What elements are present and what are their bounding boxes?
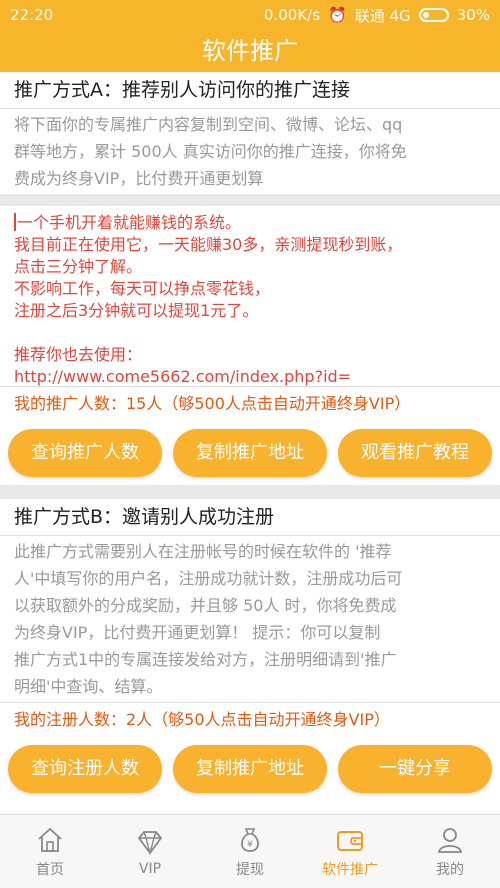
tab-label: 首页 [36, 861, 64, 878]
person-icon [437, 827, 463, 853]
tab-home[interactable]: 首页 [0, 815, 100, 888]
status-time: 22:20 [10, 6, 54, 24]
section-gap [0, 194, 500, 206]
diamond-icon [137, 830, 163, 856]
share-button[interactable]: 一键分享 [338, 745, 492, 793]
promo-line: 一个手机开着就能赚钱的系统。 [14, 212, 486, 234]
desc-line: 此推广方式需要别人在注册帐号的时候在软件的 '推荐 [14, 542, 392, 561]
promo-count: 我的推广人数：15人（够500人点击自动开通终身VIP） [0, 387, 500, 421]
tab-label: 软件推广 [322, 861, 378, 878]
status-bar: 22:20 0.00K/s ⏰ 联通 4G 30% [0, 0, 500, 30]
promo-line: 注册之后3分钟就可以提现1元了。 [14, 301, 259, 320]
promo-line: 我目前正在使用它，一天能赚30多，亲测提现秒到账， [14, 235, 403, 254]
tab-label: 我的 [436, 861, 464, 878]
desc-line: 明细'中查询、结算。 [14, 677, 163, 696]
desc-line: 群等地方，累计 500人 真实访问你的推广连接，你将免 [14, 142, 407, 161]
desc-line: 人'中填写你的用户名，注册成功就计数，注册成功后可 [14, 569, 403, 588]
promo-line [14, 322, 486, 344]
method-b-title: 推广方式B：邀请别人成功注册 [0, 499, 500, 535]
status-right: 0.00K/s ⏰ 联通 4G 30% [264, 5, 490, 26]
section-gap [0, 485, 500, 499]
text-cursor [14, 213, 16, 231]
method-b-buttons: 查询注册人数 复制推广地址 一键分享 [0, 737, 500, 814]
tab-software-promo[interactable]: 软件推广 [300, 815, 400, 888]
query-register-count-button[interactable]: 查询注册人数 [8, 745, 162, 793]
alarm-icon: ⏰ [328, 6, 347, 24]
tab-label: 提现 [236, 861, 264, 878]
desc-line: 将下面你的专属推广内容复制到空间、微博、论坛、qq [14, 115, 403, 134]
desc-line: 推广方式1中的专属连接发给对方，注册明细请到'推广 [14, 650, 397, 669]
promo-line: 点击三分钟了解。 [14, 257, 143, 276]
promo-line: 推荐你也去使用： [14, 345, 143, 364]
watch-tutorial-button[interactable]: 观看推广教程 [338, 429, 492, 477]
promo-text-area[interactable]: 一个手机开着就能赚钱的系统。 我目前正在使用它，一天能赚30多，亲测提现秒到账，… [0, 206, 500, 386]
money-bag-icon: ¥ [240, 827, 260, 852]
bottom-tab-bar: 首页 VIP ¥ 提现 软件推广 我的 [0, 814, 500, 888]
desc-line: 以获取额外的分成奖励，并且够 50人 时，你将免费成 [14, 596, 397, 615]
tab-mine[interactable]: 我的 [400, 815, 500, 888]
svg-text:¥: ¥ [247, 840, 253, 850]
desc-line: 为终身VIP，比付费开通更划算！ 提示：你可以复制 [14, 623, 381, 642]
promo-line: 不影响工作，每天可以挣点零花钱， [14, 279, 271, 298]
battery-icon [418, 8, 449, 22]
tab-vip[interactable]: VIP [100, 815, 200, 888]
wallet-icon [337, 830, 363, 851]
promo-link: http://www.come5662.com/index.php?id= [14, 367, 352, 386]
carrier-label: 联通 4G [354, 6, 411, 25]
tab-label: VIP [138, 860, 162, 877]
battery-level: 30% [456, 6, 490, 24]
method-a-title: 推广方式A：推荐别人访问你的推广连接 [0, 72, 500, 108]
register-count: 我的注册人数：2人（够50人点击自动开通终身VIP） [0, 703, 500, 737]
copy-promo-link-button[interactable]: 复制推广地址 [173, 429, 327, 477]
tab-withdraw[interactable]: ¥ 提现 [200, 815, 300, 888]
copy-promo-link-button[interactable]: 复制推广地址 [173, 745, 327, 793]
method-a-buttons: 查询推广人数 复制推广地址 观看推广教程 [0, 421, 500, 485]
home-icon [38, 827, 62, 852]
method-b-description: 此推广方式需要别人在注册帐号的时候在软件的 '推荐 人'中填写你的用户名，注册成… [0, 536, 500, 702]
desc-line: 费成为终身VIP，比付费开通更划算 [14, 169, 264, 188]
query-promo-count-button[interactable]: 查询推广人数 [8, 429, 162, 477]
promo-line-text: 一个手机开着就能赚钱的系统。 [17, 213, 242, 232]
method-a-description: 将下面你的专属推广内容复制到空间、微博、论坛、qq 群等地方，累计 500人 真… [0, 109, 500, 194]
page-title: 软件推广 [0, 30, 500, 72]
network-speed: 0.00K/s [263, 6, 321, 24]
